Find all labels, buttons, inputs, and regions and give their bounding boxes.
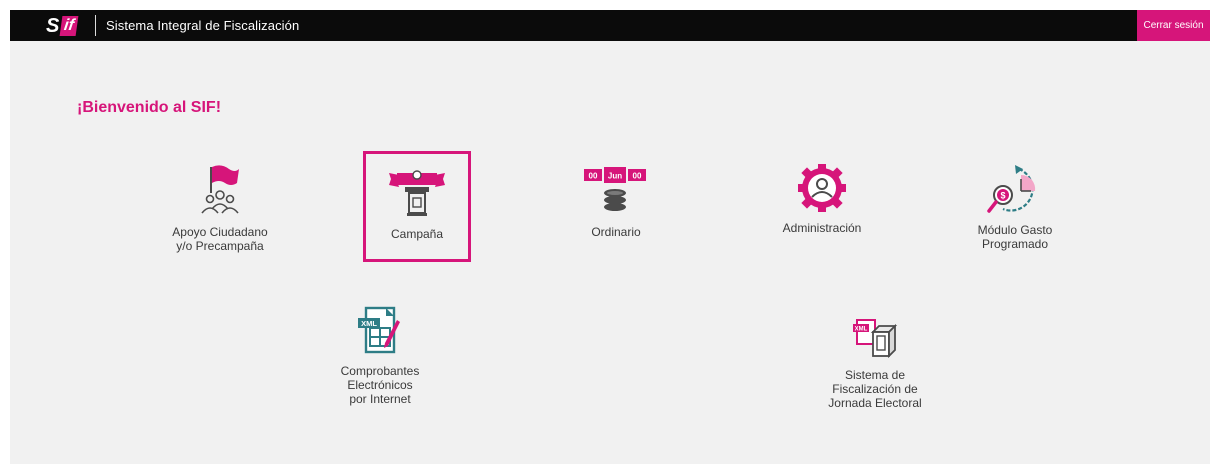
module-comprobantes[interactable]: XML Comprobantes Electrónicos por Intern…	[325, 306, 435, 406]
flag-people-icon	[201, 165, 239, 214]
calendar-right: 00	[633, 172, 642, 181]
top-bar: S if Sistema Integral de Fiscalización C…	[10, 10, 1210, 41]
user-gear-icon	[798, 164, 846, 212]
module-label: Administración	[782, 221, 862, 235]
app-title: Sistema Integral de Fiscalización	[106, 18, 300, 33]
xml-label: XML	[361, 319, 377, 328]
logo-if: if	[59, 16, 79, 36]
logo-divider	[95, 15, 96, 36]
podium-icon	[389, 170, 445, 216]
module-label: Módulo Gasto Programado	[977, 223, 1053, 251]
module-label: Apoyo Ciudadano y/o Precampaña	[172, 225, 268, 253]
logout-button[interactable]: Cerrar sesión	[1137, 10, 1210, 41]
svg-text:$: $	[1000, 191, 1005, 201]
module-campana[interactable]: Campaña	[363, 165, 471, 241]
module-apoyo-ciudadano[interactable]: Apoyo Ciudadano y/o Precampaña	[160, 163, 280, 253]
module-label: Sistema de Fiscalización de Jornada Elec…	[828, 368, 922, 410]
module-administracion[interactable]: Administración	[767, 163, 877, 235]
calendar-month: Jun	[608, 172, 622, 181]
sif-logo[interactable]: S if	[46, 15, 96, 37]
module-jornada-electoral[interactable]: XML Sistema de Fiscalización de Jornada …	[820, 318, 930, 410]
clock-money-icon: $	[987, 165, 1036, 213]
module-label: Comprobantes Electrónicos por Internet	[340, 364, 420, 406]
welcome-heading: ¡Bienvenido al SIF!	[77, 99, 222, 116]
calendar-coins-icon: 00 Jun 00	[584, 167, 646, 211]
module-label: Ordinario	[591, 225, 641, 239]
module-gasto-programado[interactable]: $ Módulo Gasto Programado	[960, 165, 1070, 251]
main-content: ¡Bienvenido al SIF! Apoyo Ciudadano y/o …	[10, 41, 1210, 464]
xml-box-icon: XML	[853, 319, 898, 359]
xml-label-2: XML	[855, 326, 868, 332]
calendar-left: 00	[589, 172, 598, 181]
module-label: Campaña	[390, 227, 444, 241]
module-ordinario[interactable]: 00 Jun 00 Ordinario	[576, 167, 656, 239]
xml-edit-icon: XML	[358, 306, 400, 354]
logo-s: S	[46, 15, 60, 37]
